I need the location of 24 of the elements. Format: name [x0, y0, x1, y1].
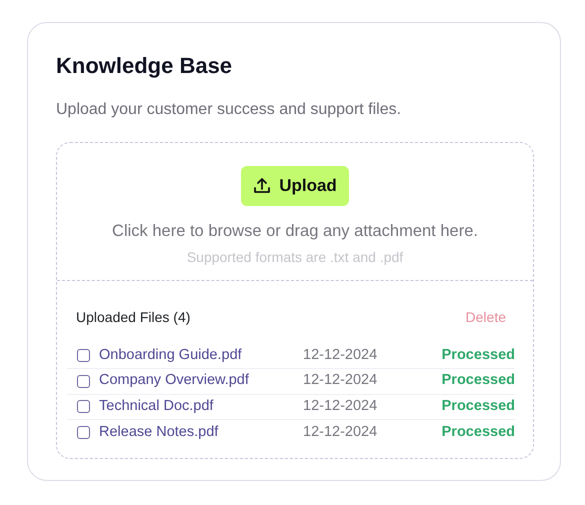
- file-status: Processed: [442, 371, 515, 390]
- file-checkbox[interactable]: [77, 400, 90, 414]
- file-name-link[interactable]: Company Overview.pdf: [99, 370, 303, 392]
- file-name-link[interactable]: Onboarding Guide.pdf: [99, 344, 303, 367]
- upload-button[interactable]: Upload: [241, 166, 349, 206]
- upload-icon: [253, 176, 272, 195]
- dropzone-hint: Click here to browse or drag any attachment here.: [111, 220, 479, 242]
- file-date: 12-12-2024: [303, 396, 378, 416]
- formats-note: Supported formats are .txt and .pdf: [186, 248, 404, 266]
- file-status: Processed: [442, 422, 515, 442]
- file-checkbox[interactable]: [77, 349, 90, 362]
- file-date: 12-12-2024: [303, 371, 378, 390]
- file-status: Processed: [442, 396, 515, 416]
- file-checkbox[interactable]: [77, 426, 90, 440]
- card-title: Knowledge Base: [56, 52, 234, 80]
- card-subtitle: Upload your customer success and support files.: [56, 100, 402, 120]
- file-date: 12-12-2024: [303, 422, 378, 442]
- file-status: Processed: [442, 346, 515, 365]
- file-name-link[interactable]: Release Notes.pdf: [99, 422, 303, 444]
- file-name-link[interactable]: Technical Doc.pdf: [99, 396, 303, 418]
- file-checkbox[interactable]: [77, 374, 90, 388]
- upload-dropzone[interactable]: [56, 142, 534, 458]
- files-heading: Uploaded Files (4): [76, 308, 190, 327]
- file-date: 12-12-2024: [303, 346, 378, 365]
